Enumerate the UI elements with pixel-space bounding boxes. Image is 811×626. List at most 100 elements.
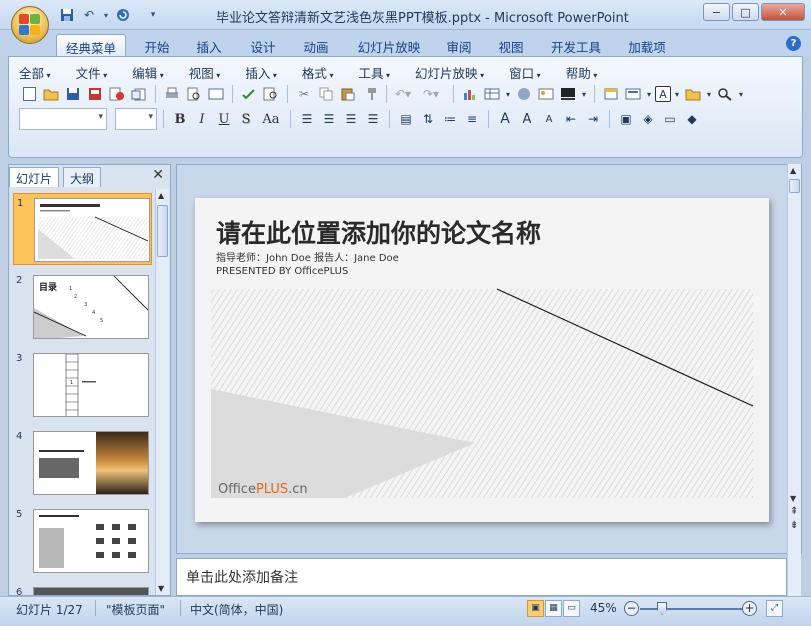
align-left-icon[interactable]: ☰ bbox=[297, 109, 317, 129]
grow-font-icon[interactable]: A bbox=[517, 109, 537, 129]
minimize-button[interactable]: − bbox=[703, 3, 730, 21]
tab-animations[interactable]: 动画 bbox=[295, 34, 337, 56]
insert-chart-icon[interactable] bbox=[460, 84, 480, 104]
numbering-icon[interactable]: ≔ bbox=[440, 109, 460, 129]
spelling-icon[interactable] bbox=[239, 84, 259, 104]
insert-table-icon[interactable] bbox=[482, 84, 502, 104]
zoom-in-icon[interactable]: + bbox=[742, 601, 757, 616]
menu-slideshow[interactable]: 幻灯片放映 bbox=[415, 63, 493, 82]
thumbnail-slide-1[interactable]: 1 bbox=[13, 193, 152, 265]
paint-bucket-icon[interactable]: ◆ bbox=[682, 109, 702, 129]
permission-icon[interactable] bbox=[107, 84, 127, 104]
bullets-icon[interactable]: ≡ bbox=[462, 109, 482, 129]
italic-button[interactable]: I bbox=[192, 112, 212, 127]
insert-picture-icon[interactable] bbox=[536, 84, 556, 104]
tab-addins[interactable]: 加载项 bbox=[620, 34, 674, 56]
redo-icon[interactable] bbox=[114, 6, 132, 24]
table-dropdown-icon[interactable]: ▾ bbox=[504, 84, 512, 104]
tab-outline[interactable]: 大纲 bbox=[63, 167, 102, 187]
find-dropdown-icon[interactable]: ▾ bbox=[737, 84, 745, 104]
menu-file[interactable]: 文件 bbox=[76, 63, 117, 82]
shape-outline-icon[interactable]: ▭ bbox=[660, 109, 680, 129]
close-panel-icon[interactable]: ✕ bbox=[152, 167, 164, 183]
undo-dropdown-icon[interactable]: ▾ bbox=[102, 6, 110, 24]
columns-icon[interactable]: ▤ bbox=[396, 109, 416, 129]
scrollbar-thumb[interactable] bbox=[157, 205, 168, 257]
menu-format[interactable]: 格式 bbox=[302, 63, 343, 82]
menu-edit[interactable]: 编辑 bbox=[132, 63, 173, 82]
format-painter-icon[interactable] bbox=[360, 84, 380, 104]
office-button[interactable] bbox=[11, 6, 49, 44]
tab-slideshow[interactable]: 幻灯片放映 bbox=[348, 34, 430, 56]
align-right-icon[interactable]: ☰ bbox=[341, 109, 361, 129]
text-direction-icon[interactable]: ⇅ bbox=[418, 109, 438, 129]
cut-icon[interactable]: ✂ bbox=[294, 84, 314, 104]
next-slide-icon[interactable]: ⇟ bbox=[790, 520, 798, 531]
customize-toolbar-icon[interactable]: ▾ bbox=[144, 6, 162, 24]
change-case-button[interactable]: Aa bbox=[258, 112, 284, 127]
new-file-icon[interactable] bbox=[19, 84, 39, 104]
undo-icon[interactable]: ↶ bbox=[80, 6, 98, 24]
slide-presented-by[interactable]: PRESENTED BY OfficePLUS bbox=[216, 266, 348, 277]
close-button[interactable]: ✕ bbox=[761, 3, 805, 21]
find-icon[interactable] bbox=[715, 84, 735, 104]
slide-sorter-button[interactable]: ▦ bbox=[545, 600, 562, 617]
increase-indent-icon[interactable]: ⇥ bbox=[583, 109, 603, 129]
menu-view[interactable]: 视图 bbox=[189, 63, 230, 82]
print-preview-icon[interactable] bbox=[184, 84, 204, 104]
slide-subtitle[interactable]: 指导老师：John Doe 报告人：Jane Doe bbox=[216, 249, 399, 264]
menu-tools[interactable]: 工具 bbox=[358, 63, 399, 82]
previous-slide-icon[interactable]: ⇞ bbox=[790, 506, 798, 517]
clipart-icon[interactable] bbox=[514, 84, 534, 104]
decrease-indent-icon[interactable]: ⇤ bbox=[561, 109, 581, 129]
scrollbar-thumb[interactable] bbox=[789, 179, 800, 193]
thumbnail-slide-5[interactable]: 5 bbox=[13, 505, 152, 577]
tab-design[interactable]: 设计 bbox=[242, 34, 284, 56]
zoom-out-icon[interactable]: − bbox=[624, 601, 639, 616]
folder-icon[interactable] bbox=[683, 84, 703, 104]
maximize-button[interactable]: □ bbox=[732, 3, 759, 21]
tab-developer[interactable]: 开发工具 bbox=[542, 34, 610, 56]
font-name-combo[interactable] bbox=[19, 108, 107, 130]
thumbnails-scrollbar[interactable]: ▲ ▼ bbox=[155, 189, 169, 595]
folder-dropdown-icon[interactable]: ▾ bbox=[705, 84, 713, 104]
justify-icon[interactable]: ☰ bbox=[363, 109, 383, 129]
print-icon[interactable] bbox=[162, 84, 182, 104]
main-scrollbar[interactable]: ▲ ▼ ⇞ ⇟ bbox=[787, 164, 801, 596]
save-icon[interactable] bbox=[63, 84, 83, 104]
shadow-button[interactable]: S bbox=[236, 112, 256, 127]
menu-all[interactable]: 全部 bbox=[19, 63, 60, 82]
align-center-icon[interactable]: ☰ bbox=[319, 109, 339, 129]
research-icon[interactable] bbox=[261, 84, 281, 104]
shape-fill-icon[interactable] bbox=[558, 84, 578, 104]
zoom-slider-thumb[interactable] bbox=[657, 602, 667, 615]
thumbnail-slide-6[interactable]: 6 bbox=[13, 583, 152, 595]
help-icon[interactable]: ? bbox=[786, 36, 801, 51]
slide-view-icon[interactable] bbox=[206, 84, 226, 104]
thumbnail-slide-2[interactable]: 2 目录 12345 bbox=[13, 271, 152, 343]
tab-view[interactable]: 视图 bbox=[490, 34, 532, 56]
font-color-icon[interactable]: A bbox=[495, 109, 515, 129]
open-folder-icon[interactable] bbox=[41, 84, 61, 104]
menu-insert[interactable]: 插入 bbox=[245, 63, 286, 82]
thumbnail-slide-4[interactable]: 4 bbox=[13, 427, 152, 499]
slide-title[interactable]: 请在此位置添加你的论文名称 bbox=[216, 214, 541, 250]
shrink-font-icon[interactable]: A bbox=[539, 109, 559, 129]
fit-to-window-icon[interactable]: ⤢ bbox=[766, 600, 783, 617]
menu-help[interactable]: 帮助 bbox=[566, 63, 607, 82]
tab-insert[interactable]: 插入 bbox=[188, 34, 230, 56]
textbox-dropdown-icon[interactable]: ▾ bbox=[673, 84, 681, 104]
scroll-up-icon[interactable]: ▲ bbox=[790, 166, 796, 175]
undo-icon[interactable]: ↶▾ bbox=[393, 84, 413, 104]
copy-icon[interactable] bbox=[316, 84, 336, 104]
current-slide[interactable]: 请在此位置添加你的论文名称 指导老师：John Doe 报告人：Jane Doe… bbox=[195, 198, 769, 522]
zoom-level[interactable]: 45% bbox=[590, 601, 617, 615]
zoom-slider-track[interactable] bbox=[640, 608, 748, 610]
normal-view-button[interactable]: ▣ bbox=[527, 600, 544, 617]
scroll-down-icon[interactable]: ▼ bbox=[790, 494, 796, 503]
notes-pane[interactable]: 单击此处添加备注 bbox=[176, 558, 787, 596]
font-size-combo[interactable] bbox=[115, 108, 157, 130]
attach-icon[interactable] bbox=[129, 84, 149, 104]
scroll-up-icon[interactable]: ▲ bbox=[158, 191, 164, 200]
language-indicator[interactable]: 中文(简体，中国) bbox=[190, 601, 283, 618]
